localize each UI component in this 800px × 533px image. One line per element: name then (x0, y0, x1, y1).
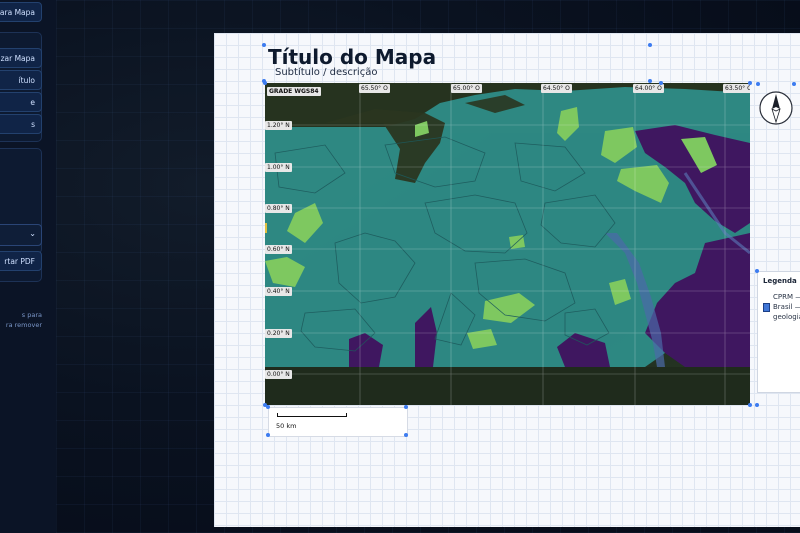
map-image (265, 83, 750, 405)
legend-swatch (763, 303, 770, 312)
resize-handle[interactable] (648, 43, 652, 47)
legend-item: CPRM — (773, 293, 800, 301)
resize-handle[interactable] (266, 433, 270, 437)
lat-label: 0.60° N (265, 245, 292, 254)
export-pdf-button[interactable]: rtar PDF (0, 251, 42, 271)
resize-handle[interactable] (263, 81, 267, 85)
sidebar-hint-line-1: s para (21, 311, 42, 319)
legend-item: Brasil — (773, 303, 800, 311)
grid-title-label: GRADE WGS84 (267, 87, 321, 96)
north-arrow-icon[interactable] (758, 90, 794, 126)
layout-select[interactable]: ⌄ (0, 224, 42, 246)
resize-handle[interactable] (659, 81, 663, 85)
lon-label: 65.50° O (359, 84, 390, 93)
map-subtitle[interactable]: Subtítulo / descrição (275, 67, 377, 78)
lat-label: 0.40° N (265, 287, 292, 296)
resize-handle[interactable] (404, 405, 408, 409)
resize-handle[interactable] (266, 405, 270, 409)
print-layout-page[interactable]: Título do Mapa Subtítulo / descrição GRA… (214, 33, 800, 527)
lon-label: 64.50° O (541, 84, 572, 93)
lon-label: 64.00° O (633, 84, 664, 93)
title-button[interactable]: ítulo (0, 70, 42, 90)
lat-label: 1.20° N (265, 121, 292, 130)
send-to-map-button[interactable]: para Mapa (0, 2, 42, 22)
resize-handle[interactable] (755, 269, 759, 273)
sidebar-button-4[interactable]: s (0, 114, 42, 134)
update-map-button[interactable]: lizar Mapa (0, 48, 42, 68)
resize-handle[interactable] (756, 82, 760, 86)
resize-handle[interactable] (404, 433, 408, 437)
scale-bar-graphic (277, 413, 347, 417)
map-title[interactable]: Título do Mapa (268, 45, 436, 69)
chevron-down-icon: ⌄ (29, 229, 36, 238)
lon-label: 63.50° O (723, 84, 750, 93)
resize-handle[interactable] (792, 82, 796, 86)
resize-handle[interactable] (748, 81, 752, 85)
sidebar-hint-line-2: ra remover (5, 321, 42, 329)
sidebar: para Mapa lizar Mapa ítulo e s ⌄ rtar PD… (0, 0, 57, 533)
legend[interactable]: Legenda CPRM — Brasil — geologia (757, 271, 800, 393)
resize-handle[interactable] (755, 403, 759, 407)
scale-bar-label: 50 km (276, 422, 297, 430)
map-frame[interactable]: GRADE WGS84 65.50° O 65.00° O 64.50° O 6… (265, 83, 750, 405)
lat-label: 0.80° N (265, 204, 292, 213)
lat-label: 1.00° N (265, 163, 292, 172)
legend-item: geologia (773, 313, 800, 321)
legend-title: Legenda (763, 277, 797, 285)
scale-bar[interactable]: 50 km (268, 407, 408, 437)
resize-handle[interactable] (748, 403, 752, 407)
lat-label: 0.20° N (265, 329, 292, 338)
lat-label: 0.00° N (265, 370, 292, 379)
sidebar-button-3[interactable]: e (0, 92, 42, 112)
resize-handle[interactable] (262, 43, 266, 47)
lon-label: 65.00° O (451, 84, 482, 93)
